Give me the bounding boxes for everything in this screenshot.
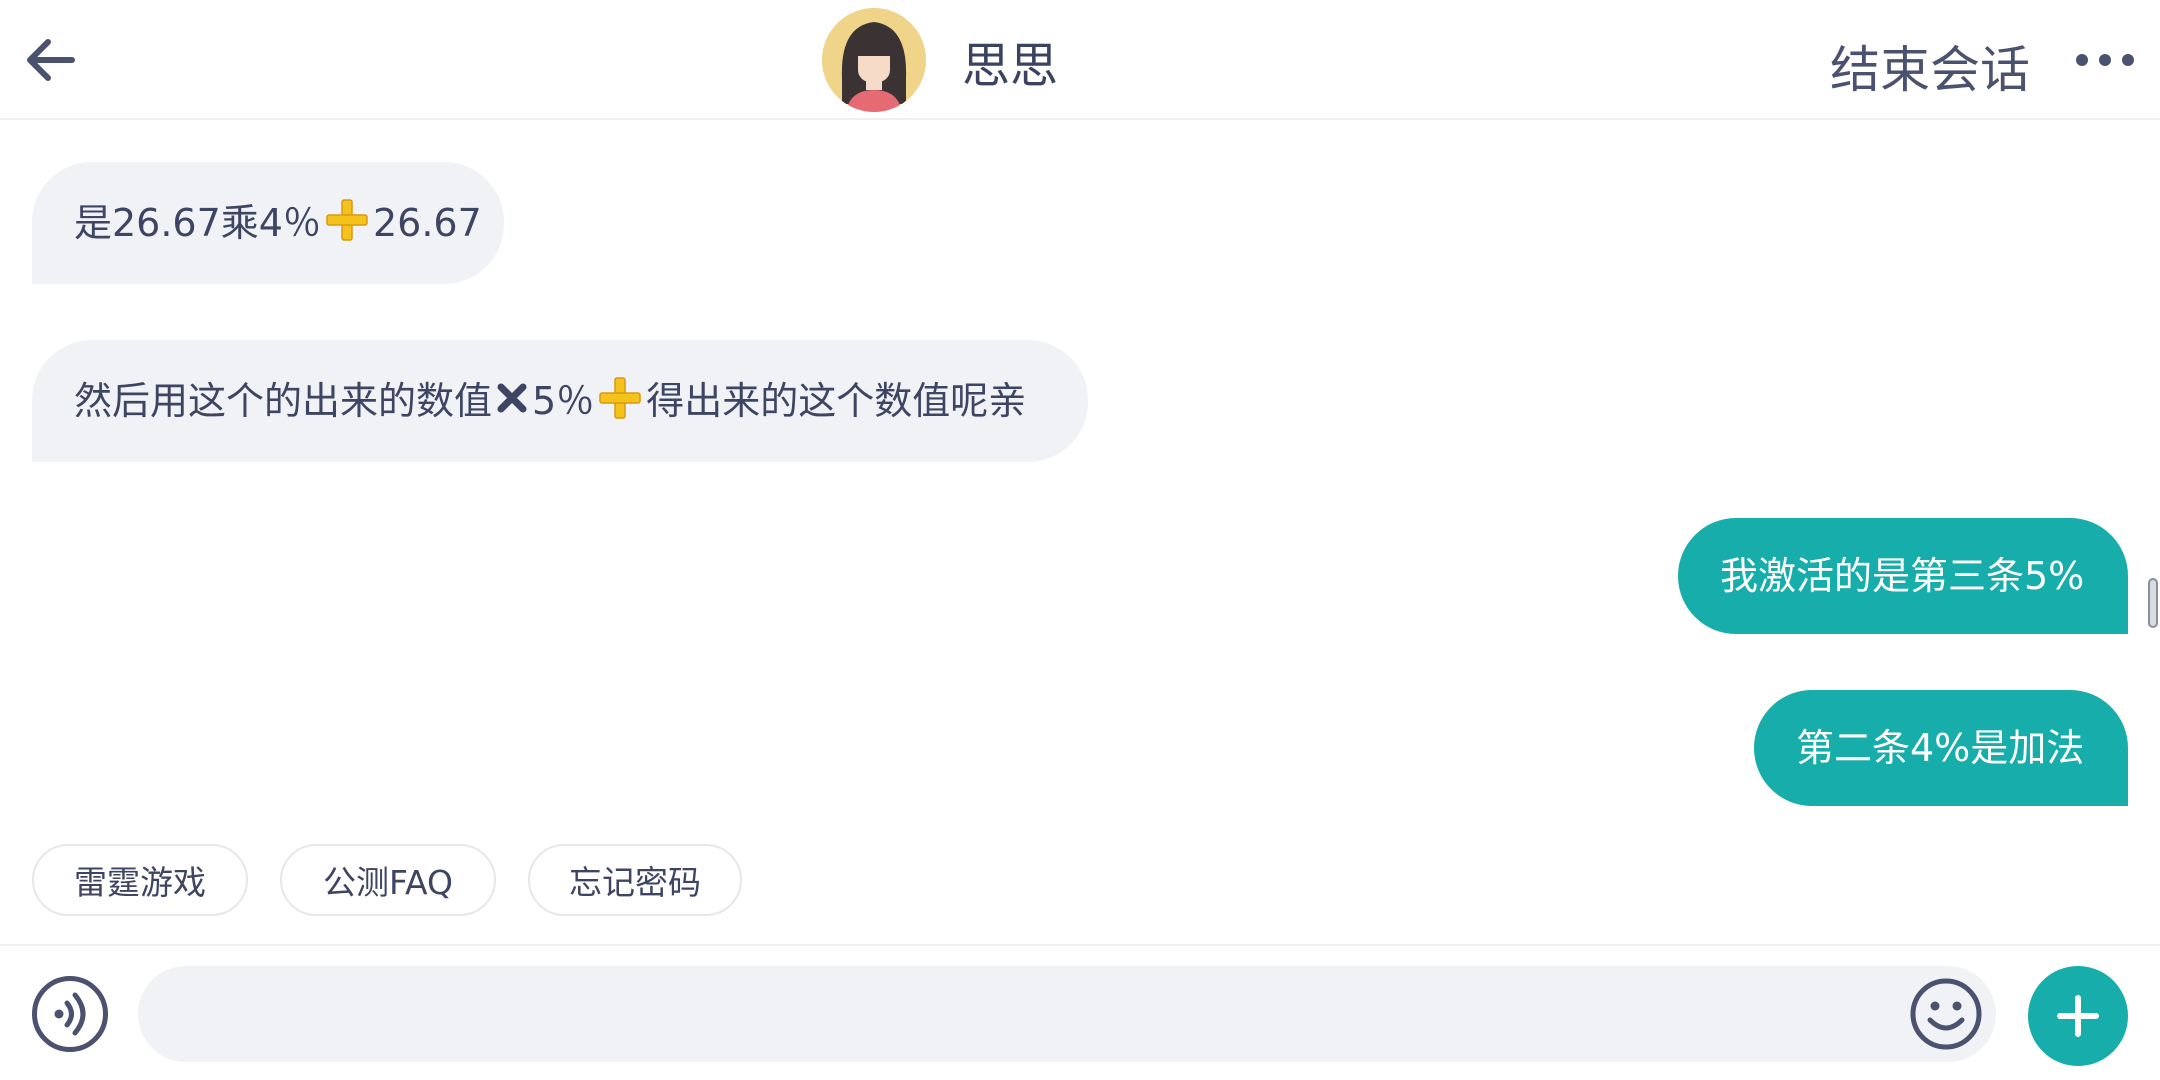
voice-icon[interactable] [32,976,108,1052]
quick-reply-chip[interactable]: 雷霆游戏 [32,844,248,916]
quick-replies: 雷霆游戏 公测FAQ 忘记密码 [0,840,2160,920]
more-options-icon[interactable] [2074,46,2136,74]
smile-icon[interactable] [1908,976,1984,1052]
scrollbar-thumb[interactable] [2148,578,2158,628]
chat-messages: 是26.67乘4％ 26.67 然后用这个的出来的数值 5％ 得出来的这个数值呢… [0,122,2160,944]
message-text: 我激活的是第三条5% [1720,554,2085,598]
message-bubble-user: 我激活的是第三条5% [1678,518,2128,634]
message-bubble-user: 第二条4%是加法 [1754,690,2128,806]
composer-bar [0,944,2160,1080]
cross-emoji-icon [496,381,528,421]
message-text: 是26.67乘4％ [74,201,321,245]
message-bubble-agent: 然后用这个的出来的数值 5％ 得出来的这个数值呢亲 [32,340,1088,462]
chat-header: 思思 结束会话 [0,0,2160,120]
plus-emoji-icon [325,198,369,249]
plus-emoji-icon [598,376,642,427]
message-text: 26.67 [372,201,482,245]
quick-reply-chip[interactable]: 忘记密码 [528,844,742,916]
message-input[interactable] [138,966,1996,1062]
message-bubble-agent: 是26.67乘4％ 26.67 [32,162,504,284]
back-arrow-icon[interactable] [22,34,78,86]
avatar[interactable] [822,8,926,112]
message-text: 然后用这个的出来的数值 [74,379,493,423]
message-text: 5％ [532,379,595,423]
quick-reply-chip[interactable]: 公测FAQ [280,844,496,916]
agent-name: 思思 [962,38,1059,94]
message-text: 得出来的这个数值呢亲 [646,379,1027,423]
end-chat-button[interactable]: 结束会话 [1830,30,2030,102]
message-text: 第二条4%是加法 [1796,726,2085,770]
add-plus-icon[interactable] [2028,966,2128,1066]
